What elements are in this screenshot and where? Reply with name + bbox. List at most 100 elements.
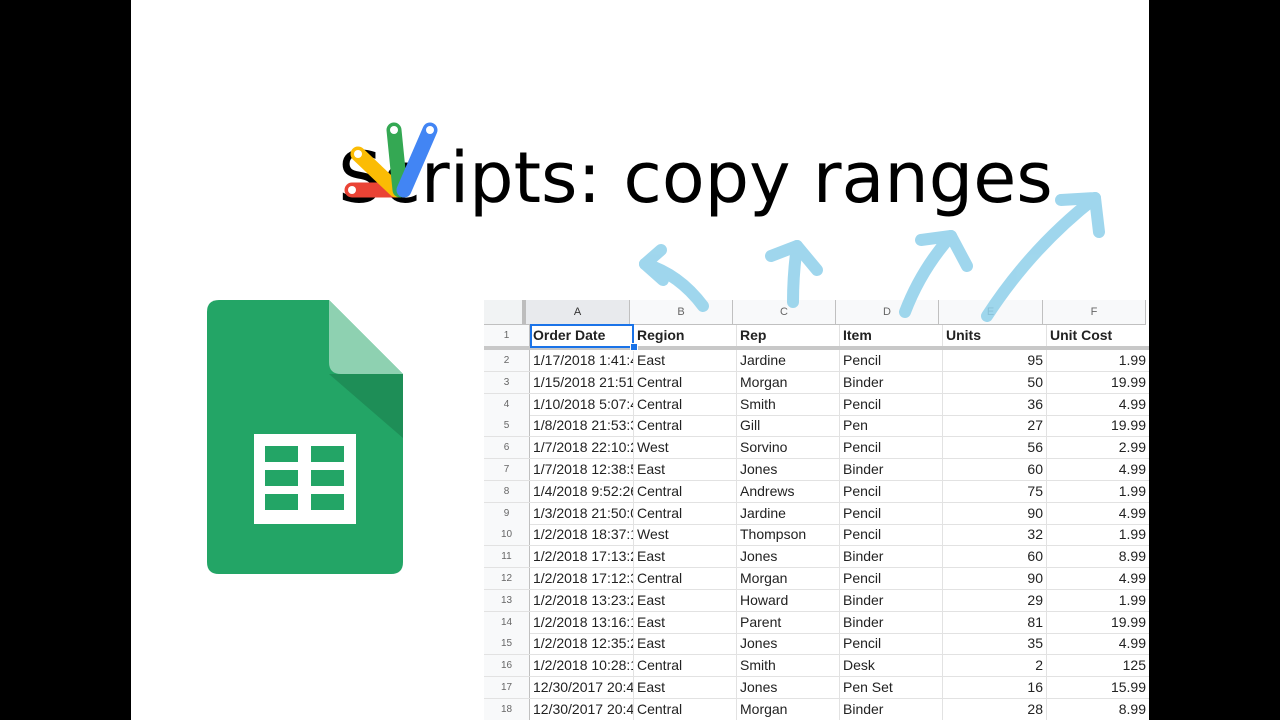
cell-order-date[interactable]: 1/17/2018 1:41:4: [530, 350, 634, 371]
row-number[interactable]: 6: [484, 437, 530, 459]
row-number[interactable]: 1: [484, 325, 530, 346]
cell-region[interactable]: Central: [634, 371, 737, 393]
row-number[interactable]: 3: [484, 371, 530, 393]
cell-order-date[interactable]: 1/7/2018 12:38:5: [530, 459, 634, 480]
cell-unit-cost[interactable]: 4.99: [1047, 503, 1149, 524]
header-cell-item[interactable]: Item: [840, 325, 943, 346]
cell-unit-cost[interactable]: 1.99: [1047, 350, 1149, 371]
cell-region[interactable]: East: [634, 459, 737, 480]
row-number[interactable]: 7: [484, 459, 530, 480]
cell-order-date[interactable]: 1/2/2018 13:23:2: [530, 589, 634, 611]
select-all-corner[interactable]: [484, 300, 526, 324]
cell-region[interactable]: Central: [634, 568, 737, 589]
cell-unit-cost[interactable]: 125: [1047, 655, 1149, 676]
row-number[interactable]: 5: [484, 415, 530, 437]
cell-item[interactable]: Binder: [840, 589, 943, 611]
cell-region[interactable]: West: [634, 437, 737, 459]
row-number[interactable]: 13: [484, 589, 530, 611]
cell-unit-cost[interactable]: 1.99: [1047, 524, 1149, 545]
cell-units[interactable]: 56: [943, 437, 1047, 459]
cell-order-date[interactable]: 1/2/2018 13:16:1: [530, 611, 634, 633]
header-cell-rep[interactable]: Rep: [737, 325, 840, 346]
cell-units[interactable]: 60: [943, 546, 1047, 568]
cell-item[interactable]: Desk: [840, 655, 943, 677]
row-number[interactable]: 16: [484, 655, 530, 677]
column-header-e[interactable]: E: [939, 300, 1043, 324]
cell-units[interactable]: 32: [943, 524, 1047, 546]
cell-rep[interactable]: Jones: [737, 677, 840, 698]
cell-item[interactable]: Binder: [840, 546, 943, 568]
cell-order-date[interactable]: 1/2/2018 10:28:1: [530, 655, 634, 677]
cell-rep[interactable]: Smith: [737, 393, 840, 415]
cell-item[interactable]: Binder: [840, 459, 943, 480]
cell-order-date[interactable]: 12/30/2017 20:4:: [530, 698, 634, 720]
cell-region[interactable]: East: [634, 611, 737, 633]
cell-order-date[interactable]: 1/2/2018 17:12:3: [530, 568, 634, 589]
cell-units[interactable]: 60: [943, 459, 1047, 480]
cell-item[interactable]: Binder: [840, 698, 943, 720]
cell-item[interactable]: Binder: [840, 371, 943, 393]
cell-region[interactable]: Central: [634, 480, 737, 502]
row-number[interactable]: 12: [484, 568, 530, 589]
row-number[interactable]: 11: [484, 546, 530, 568]
cell-unit-cost[interactable]: 1.99: [1047, 481, 1149, 502]
cell-rep[interactable]: Jardine: [737, 502, 840, 524]
cell-units[interactable]: 75: [943, 480, 1047, 502]
cell-order-date[interactable]: 1/10/2018 5:07:4: [530, 393, 634, 415]
cell-item[interactable]: Pencil: [840, 350, 943, 371]
cell-units[interactable]: 27: [943, 415, 1047, 437]
spreadsheet-grid[interactable]: A B C D E F 1 Order Date Region Rep Item…: [484, 300, 1149, 720]
cell-unit-cost[interactable]: 4.99: [1047, 459, 1149, 480]
cell-unit-cost[interactable]: 8.99: [1047, 546, 1149, 567]
cell-item[interactable]: Pencil: [840, 524, 943, 546]
cell-unit-cost[interactable]: 1.99: [1047, 590, 1149, 611]
cell-units[interactable]: 95: [943, 350, 1047, 371]
cell-rep[interactable]: Jones: [737, 459, 840, 480]
cell-order-date[interactable]: 1/7/2018 22:10:2: [530, 437, 634, 459]
cell-rep[interactable]: Sorvino: [737, 437, 840, 459]
cell-rep[interactable]: Jardine: [737, 350, 840, 371]
row-number[interactable]: 17: [484, 677, 530, 698]
cell-item[interactable]: Pencil: [840, 480, 943, 502]
cell-region[interactable]: Central: [634, 415, 737, 437]
cell-rep[interactable]: Thompson: [737, 524, 840, 546]
cell-order-date[interactable]: 1/2/2018 18:37:1: [530, 524, 634, 546]
cell-rep[interactable]: Smith: [737, 655, 840, 677]
cell-rep[interactable]: Gill: [737, 415, 840, 437]
cell-units[interactable]: 90: [943, 502, 1047, 524]
fill-handle[interactable]: [630, 343, 638, 351]
cell-rep[interactable]: Morgan: [737, 371, 840, 393]
cell-item[interactable]: Binder: [840, 611, 943, 633]
cell-rep[interactable]: Jones: [737, 546, 840, 568]
cell-region[interactable]: East: [634, 633, 737, 655]
cell-unit-cost[interactable]: 19.99: [1047, 415, 1149, 436]
cell-rep[interactable]: Andrews: [737, 480, 840, 502]
cell-item[interactable]: Pencil: [840, 568, 943, 589]
cell-units[interactable]: 81: [943, 611, 1047, 633]
cell-unit-cost[interactable]: 19.99: [1047, 372, 1149, 393]
cell-units[interactable]: 50: [943, 371, 1047, 393]
cell-unit-cost[interactable]: 4.99: [1047, 633, 1149, 654]
cell-units[interactable]: 29: [943, 589, 1047, 611]
cell-item[interactable]: Pen: [840, 415, 943, 437]
cell-rep[interactable]: Morgan: [737, 698, 840, 720]
row-number[interactable]: 9: [484, 502, 530, 524]
cell-unit-cost[interactable]: 4.99: [1047, 394, 1149, 415]
cell-units[interactable]: 28: [943, 698, 1047, 720]
cell-unit-cost[interactable]: 4.99: [1047, 568, 1149, 589]
cell-order-date[interactable]: 1/2/2018 17:13:2: [530, 546, 634, 568]
header-cell-region[interactable]: Region: [634, 325, 737, 346]
cell-unit-cost[interactable]: 2.99: [1047, 437, 1149, 458]
cell-region[interactable]: East: [634, 350, 737, 371]
row-number[interactable]: 10: [484, 524, 530, 546]
cell-item[interactable]: Pencil: [840, 633, 943, 655]
cell-unit-cost[interactable]: 19.99: [1047, 612, 1149, 633]
cell-rep[interactable]: Parent: [737, 611, 840, 633]
cell-item[interactable]: Pencil: [840, 502, 943, 524]
row-number[interactable]: 8: [484, 480, 530, 502]
row-number[interactable]: 2: [484, 350, 530, 371]
cell-unit-cost[interactable]: 15.99: [1047, 677, 1149, 698]
row-number[interactable]: 14: [484, 611, 530, 633]
cell-rep[interactable]: Morgan: [737, 568, 840, 589]
cell-rep[interactable]: Howard: [737, 589, 840, 611]
